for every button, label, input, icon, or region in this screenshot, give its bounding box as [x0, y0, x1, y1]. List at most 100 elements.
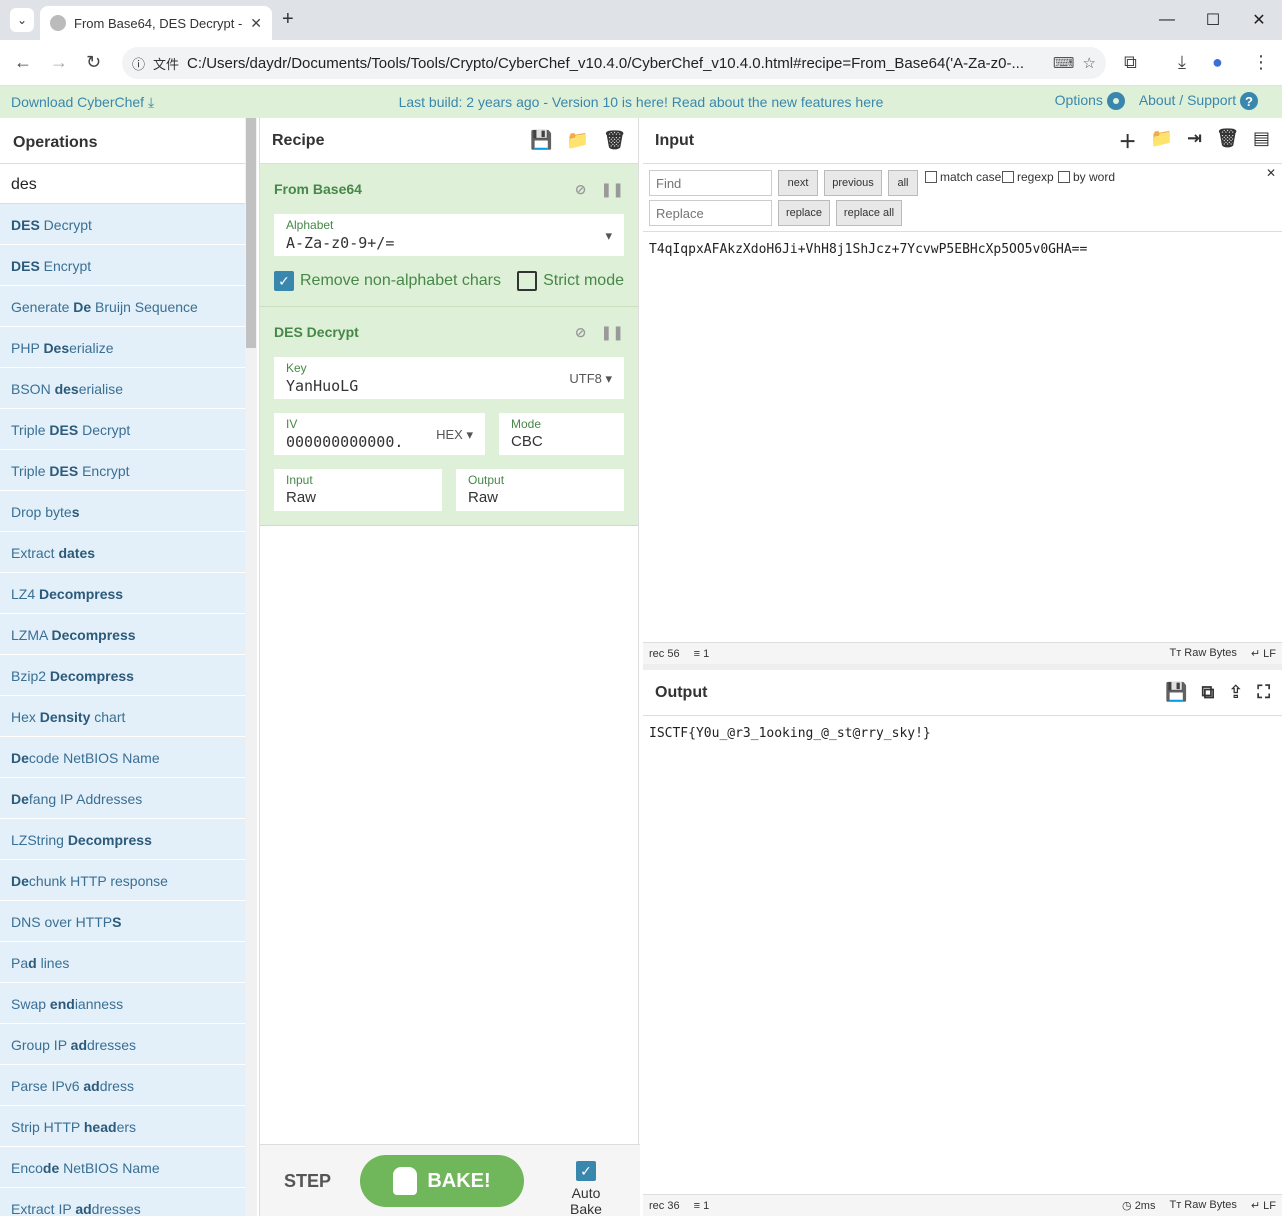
strict-mode-checkbox[interactable]: Strict mode — [517, 271, 624, 291]
find-all-button[interactable]: all — [888, 170, 918, 196]
operation-item[interactable]: Pad lines — [0, 942, 245, 983]
mode-select[interactable]: Mode CBC — [499, 413, 624, 455]
remove-non-alphabet-checkbox[interactable]: ✓ Remove non-alphabet chars — [274, 271, 501, 291]
alphabet-select[interactable]: Alphabet A-Za-z0-9+/= ▾ — [274, 214, 624, 256]
operation-item[interactable]: Defang IP Addresses — [0, 778, 245, 819]
operation-item[interactable]: DES Decrypt — [0, 204, 245, 245]
options-link[interactable]: Options — [1055, 92, 1125, 111]
close-find-icon[interactable]: ✕ — [1266, 166, 1276, 180]
input-eol-button[interactable]: ↵ LF — [1251, 647, 1276, 660]
operation-item[interactable]: Generate De Bruijn Sequence — [0, 286, 245, 327]
pause-op-icon[interactable]: ❚❚ — [601, 324, 624, 341]
replace-button[interactable]: replace — [778, 200, 830, 226]
input-encoding-button[interactable]: Tт Raw Bytes — [1169, 647, 1236, 660]
operation-item[interactable]: Swap endianness — [0, 983, 245, 1024]
key-field[interactable]: Key YanHuoLG UTF8 ▾ — [274, 357, 624, 399]
operation-item[interactable]: Parse IPv6 address — [0, 1065, 245, 1106]
iv-encoding-dropdown[interactable]: HEX ▾ — [436, 427, 473, 443]
by-word-checkbox[interactable]: by word — [1058, 170, 1115, 184]
open-folder-icon[interactable]: 📁 — [1151, 128, 1173, 154]
close-tab-icon[interactable]: ✕ — [250, 15, 262, 32]
output-eol-button[interactable]: ↵ LF — [1251, 1199, 1276, 1212]
tab-list-button[interactable]: ⌄ — [10, 8, 34, 32]
open-file-icon[interactable]: ⇥ — [1187, 128, 1202, 154]
save-recipe-icon[interactable]: 💾 — [530, 130, 552, 151]
input-textarea[interactable]: T4qIqpxAFAkzXdoH6Ji+VhH8j1ShJcz+7YcvwP5E… — [643, 232, 1282, 267]
operation-item[interactable]: Hex Density chart — [0, 696, 245, 737]
operation-item[interactable]: LZMA Decompress — [0, 614, 245, 655]
clear-recipe-icon[interactable]: 🗑 — [603, 130, 626, 151]
iv-field[interactable]: IV 000000000000... HEX ▾ — [274, 413, 485, 455]
operation-item[interactable]: DNS over HTTPS — [0, 901, 245, 942]
load-recipe-icon[interactable]: 📁 — [567, 130, 589, 151]
output-format-select[interactable]: Output Raw — [456, 469, 624, 511]
forward-icon[interactable]: → — [50, 52, 68, 73]
match-case-checkbox[interactable]: match case — [925, 170, 1001, 184]
disable-op-icon[interactable]: ⊘ — [575, 324, 587, 341]
copy-output-icon[interactable]: ⧉ — [1201, 682, 1214, 703]
reset-layout-icon[interactable]: ▤ — [1253, 128, 1270, 154]
scrollbar-thumb[interactable] — [246, 118, 256, 348]
download-cyberchef-link[interactable]: Download CyberChef ⤓ — [11, 94, 154, 111]
profile-icon[interactable]: ● — [1212, 52, 1223, 73]
op-name: DES Decrypt — [274, 324, 359, 340]
operation-item[interactable]: Dechunk HTTP response — [0, 860, 245, 901]
translate-icon[interactable]: ⌨ — [1053, 54, 1075, 72]
url-text[interactable]: C:/Users/daydr/Documents/Tools/Tools/Cry… — [187, 55, 1045, 72]
bookmark-star-icon[interactable]: ☆ — [1083, 54, 1096, 72]
operation-item[interactable]: Extract dates — [0, 532, 245, 573]
maximize-icon[interactable]: ☐ — [1190, 0, 1236, 40]
operation-item[interactable]: BSON deserialise — [0, 368, 245, 409]
recipe-op-des-decrypt[interactable]: DES Decrypt ⊘ ❚❚ Key YanHuoLG UTF8 ▾ IV 0… — [260, 307, 638, 526]
operation-item[interactable]: PHP Deserialize — [0, 327, 245, 368]
operations-search-input[interactable]: des — [0, 164, 245, 204]
operation-item[interactable]: LZ4 Decompress — [0, 573, 245, 614]
build-notice-link[interactable]: Last build: 2 years ago - Version 10 is … — [399, 94, 884, 110]
operation-item[interactable]: Bzip2 Decompress — [0, 655, 245, 696]
recipe-op-from-base64[interactable]: From Base64 ⊘ ❚❚ Alphabet A-Za-z0-9+/= ▾ … — [260, 164, 638, 307]
input-format-select[interactable]: Input Raw — [274, 469, 442, 511]
key-encoding-dropdown[interactable]: UTF8 ▾ — [569, 371, 612, 387]
operation-item[interactable]: LZString Decompress — [0, 819, 245, 860]
maximise-icon[interactable]: ⛶ — [1257, 682, 1270, 703]
output-textarea[interactable]: ISCTF{Y0u_@r3_1ooking_@_st@rry_sky!} — [643, 716, 1282, 751]
regexp-checkbox[interactable]: regexp — [1002, 170, 1054, 184]
disable-op-icon[interactable]: ⊘ — [575, 181, 587, 198]
operation-item[interactable]: Strip HTTP headers — [0, 1106, 245, 1147]
find-next-button[interactable]: next — [778, 170, 818, 196]
operation-item[interactable]: Group IP addresses — [0, 1024, 245, 1065]
browser-tab[interactable]: From Base64, DES Decrypt - Cy ✕ — [40, 6, 272, 40]
bake-button[interactable]: BAKE! — [360, 1155, 524, 1207]
operations-scrollbar[interactable] — [245, 118, 257, 1216]
auto-bake-checkbox[interactable]: ✓ Auto Bake — [554, 1161, 618, 1217]
add-tab-icon[interactable]: ＋ — [1119, 128, 1137, 154]
clear-input-icon[interactable]: 🗑 — [1216, 128, 1239, 154]
find-input[interactable] — [649, 170, 772, 196]
operation-item[interactable]: Drop bytes — [0, 491, 245, 532]
close-window-icon[interactable]: ✕ — [1236, 0, 1282, 40]
operation-item[interactable]: Decode NetBIOS Name — [0, 737, 245, 778]
operation-item[interactable]: Triple DES Encrypt — [0, 450, 245, 491]
operation-item[interactable]: Triple DES Decrypt — [0, 409, 245, 450]
find-previous-button[interactable]: previous — [824, 170, 882, 196]
back-icon[interactable]: ← — [14, 52, 32, 73]
replace-all-button[interactable]: replace all — [836, 200, 902, 226]
operation-item[interactable]: Encode NetBIOS Name — [0, 1147, 245, 1188]
extensions-icon[interactable]: ⧉ — [1124, 52, 1137, 73]
download-icon[interactable]: ⤓ — [1178, 52, 1186, 73]
save-output-icon[interactable]: 💾 — [1165, 682, 1187, 703]
replace-input[interactable] — [649, 200, 772, 226]
operation-item[interactable]: Extract IP addresses — [0, 1188, 245, 1216]
pause-op-icon[interactable]: ❚❚ — [601, 181, 624, 198]
site-info-icon[interactable]: ⓘ — [132, 54, 145, 73]
new-tab-icon[interactable]: + — [282, 8, 294, 31]
reload-icon[interactable]: ↻ — [86, 52, 101, 73]
step-button[interactable]: STEP — [284, 1171, 331, 1192]
about-support-link[interactable]: About / Support ? — [1139, 92, 1258, 111]
output-encoding-button[interactable]: Tт Raw Bytes — [1169, 1199, 1236, 1212]
operation-item[interactable]: DES Encrypt — [0, 245, 245, 286]
menu-kebab-icon[interactable]: ⋮ — [1252, 52, 1270, 73]
replace-input-icon[interactable]: ⇪ — [1228, 682, 1243, 703]
address-bar[interactable]: ⓘ 文件 C:/Users/daydr/Documents/Tools/Tool… — [122, 47, 1106, 79]
minimize-icon[interactable]: — — [1144, 0, 1190, 40]
